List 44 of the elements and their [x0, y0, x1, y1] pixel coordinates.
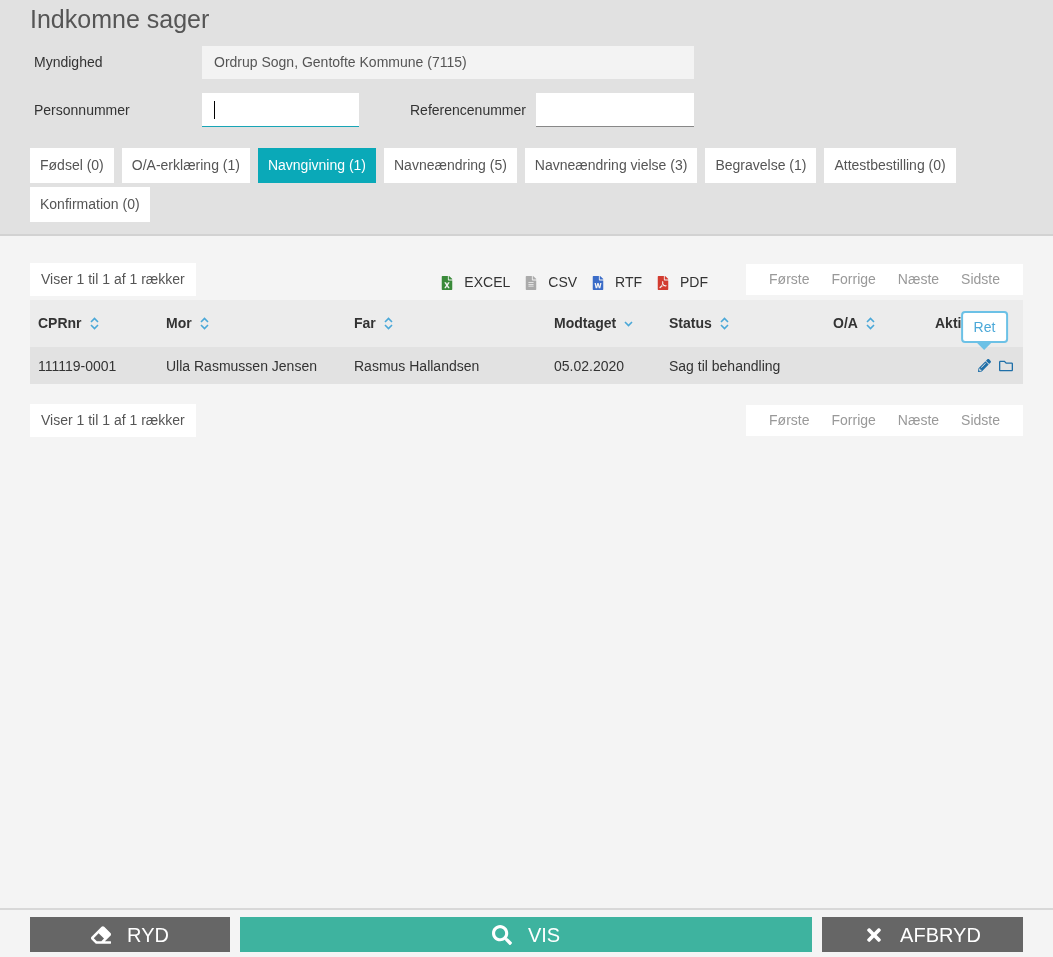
- category-tab[interactable]: Konfirmation (0): [30, 187, 150, 222]
- pdf-file-icon: [656, 275, 671, 290]
- export-link[interactable]: PDF: [656, 272, 709, 293]
- records-info: Viser 1 til 1 af 1 rækker: [30, 263, 196, 296]
- field-label: Myndighed: [33, 53, 104, 72]
- search-icon: [491, 924, 512, 945]
- category-tab[interactable]: Attestbestilling (0): [824, 148, 956, 183]
- eraser-icon: [91, 924, 112, 945]
- edit-icon[interactable]: [978, 359, 991, 372]
- category-tab[interactable]: Begravelse (1): [705, 148, 817, 183]
- spreadsheet-file-icon: [440, 275, 455, 290]
- column-header[interactable]: Mor: [166, 313, 192, 334]
- document-file-icon: [524, 275, 539, 290]
- readonly-field: Ordrup Sogn, Gentofte Kommune (7115): [202, 46, 694, 79]
- records-info: Viser 1 til 1 af 1 rækker: [30, 404, 196, 437]
- tooltip: Ret: [960, 311, 1009, 343]
- category-tab[interactable]: Navneændring vielse (3): [524, 148, 698, 183]
- text-input[interactable]: [202, 93, 359, 127]
- category-tab[interactable]: O/A-erklæring (1): [121, 148, 250, 183]
- field-label: Personnummer: [33, 100, 131, 120]
- category-tab[interactable]: Navneændring (5): [384, 148, 517, 183]
- table-cell: 05.02.2020: [554, 357, 625, 374]
- table-cell: Sag til behandling: [669, 357, 781, 374]
- word-file-icon: [591, 275, 606, 290]
- column-header[interactable]: Far: [354, 313, 376, 334]
- text-input[interactable]: [536, 93, 694, 127]
- tooltip-pointer: [977, 343, 992, 350]
- column-header[interactable]: CPRnr: [38, 313, 82, 334]
- column-header[interactable]: Status: [669, 313, 712, 334]
- export-link[interactable]: RTF: [591, 272, 643, 293]
- category-tab[interactable]: Fødsel (0): [30, 148, 114, 183]
- column-header[interactable]: O/A: [833, 313, 858, 334]
- action-button[interactable]: AFBRYD: [822, 917, 1023, 952]
- action-button[interactable]: RYD: [30, 917, 230, 952]
- page-title: Indkomne sager: [30, 4, 211, 34]
- table-cell: 111119-0001: [38, 357, 117, 374]
- column-header[interactable]: Akti: [935, 313, 962, 334]
- folder-icon[interactable]: [999, 358, 1013, 373]
- export-link[interactable]: EXCEL: [440, 272, 511, 293]
- column-header[interactable]: Modtaget: [554, 313, 617, 334]
- table-cell: Ulla Rasmussen Jensen: [166, 357, 317, 374]
- export-link[interactable]: CSV: [524, 272, 578, 293]
- field-label: Referencenummer: [410, 100, 527, 120]
- table-cell: Rasmus Hallandsen: [354, 357, 480, 374]
